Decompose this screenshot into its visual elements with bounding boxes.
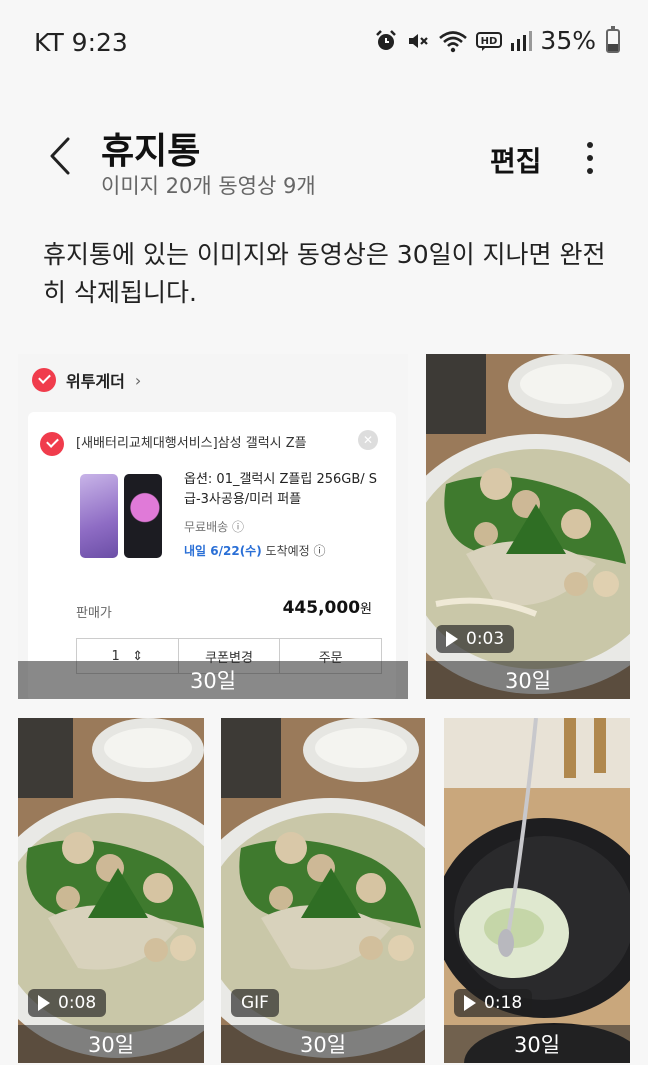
status-bar: KT 9:23 HD 35% bbox=[0, 0, 648, 86]
play-icon bbox=[38, 995, 50, 1011]
phone-image bbox=[80, 474, 118, 558]
trash-item-screenshot[interactable]: 위투게더 › [새배터리교체대행서비스]삼성 갤럭시 Z플 ✕ 옵션: 01_갤… bbox=[18, 354, 408, 699]
close-icon: ✕ bbox=[358, 430, 378, 450]
trash-item-video[interactable]: 0:03 30일 bbox=[426, 354, 630, 699]
back-arrow-icon bbox=[50, 137, 70, 175]
mute-icon bbox=[406, 29, 430, 53]
back-button[interactable] bbox=[38, 134, 82, 178]
check-icon bbox=[32, 368, 56, 392]
trash-item-video[interactable]: 0:18 30일 bbox=[444, 718, 630, 1063]
alarm-icon bbox=[374, 29, 398, 53]
play-icon bbox=[446, 631, 458, 647]
days-remaining: 30일 bbox=[444, 1025, 630, 1063]
item-count: 이미지 20개 동영상 9개 bbox=[101, 174, 316, 198]
more-options-icon[interactable] bbox=[575, 136, 605, 180]
play-icon bbox=[464, 995, 476, 1011]
shipping-info: 무료배송 ⓘ bbox=[184, 520, 245, 534]
page-title: 휴지통 bbox=[101, 131, 201, 172]
status-icons: HD 35% bbox=[374, 25, 620, 55]
svg-text:HD: HD bbox=[481, 36, 498, 47]
gif-badge: GIF bbox=[231, 989, 279, 1017]
product-card: [새배터리교체대행서비스]삼성 갤럭시 Z플 ✕ 옵션: 01_갤럭시 Z플립 … bbox=[28, 412, 396, 699]
check-icon bbox=[40, 432, 64, 456]
carrier-time: KT 9:23 bbox=[34, 28, 128, 57]
chevron-right-icon: › bbox=[134, 370, 142, 390]
help-icon: ⓘ bbox=[232, 520, 245, 534]
product-title: [새배터리교체대행서비스]삼성 갤럭시 Z플 bbox=[76, 436, 307, 451]
deletion-notice: 휴지통에 있는 이미지와 동영상은 30일이 지나면 완전히 삭제됩니다. bbox=[43, 240, 606, 307]
signal-icon bbox=[510, 29, 533, 53]
product-option: 옵션: 01_갤럭시 Z플립 256GB/ S급-3사공용/미러 퍼플 bbox=[184, 472, 378, 507]
price: 445,000원 bbox=[282, 598, 372, 618]
wifi-icon bbox=[438, 29, 468, 53]
days-remaining: 30일 bbox=[18, 661, 408, 699]
battery-percent: 35% bbox=[540, 26, 596, 55]
delivery-info: 내일 6/22(수) 도착예정 ⓘ bbox=[184, 544, 326, 558]
app-header: 휴지통 이미지 20개 동영상 9개 편집 bbox=[0, 110, 648, 220]
days-remaining: 30일 bbox=[426, 661, 630, 699]
edit-button[interactable]: 편집 bbox=[490, 140, 542, 180]
duration-badge: 0:08 bbox=[28, 989, 107, 1017]
battery-icon bbox=[606, 25, 620, 53]
trash-item-gif[interactable]: GIF 30일 bbox=[221, 718, 425, 1063]
seller-name: 위투게더 bbox=[66, 372, 125, 391]
trash-item-video[interactable]: 0:08 30일 bbox=[18, 718, 204, 1063]
seller-row: 위투게더 › bbox=[32, 368, 141, 392]
duration-badge: 0:03 bbox=[436, 625, 515, 653]
days-remaining: 30일 bbox=[18, 1025, 204, 1063]
days-remaining: 30일 bbox=[221, 1025, 425, 1063]
duration-badge: 0:18 bbox=[454, 989, 533, 1017]
price-label: 판매가 bbox=[76, 606, 112, 621]
hd-voice-icon: HD bbox=[476, 29, 503, 53]
phone-image bbox=[124, 474, 162, 558]
help-icon: ⓘ bbox=[313, 544, 326, 558]
